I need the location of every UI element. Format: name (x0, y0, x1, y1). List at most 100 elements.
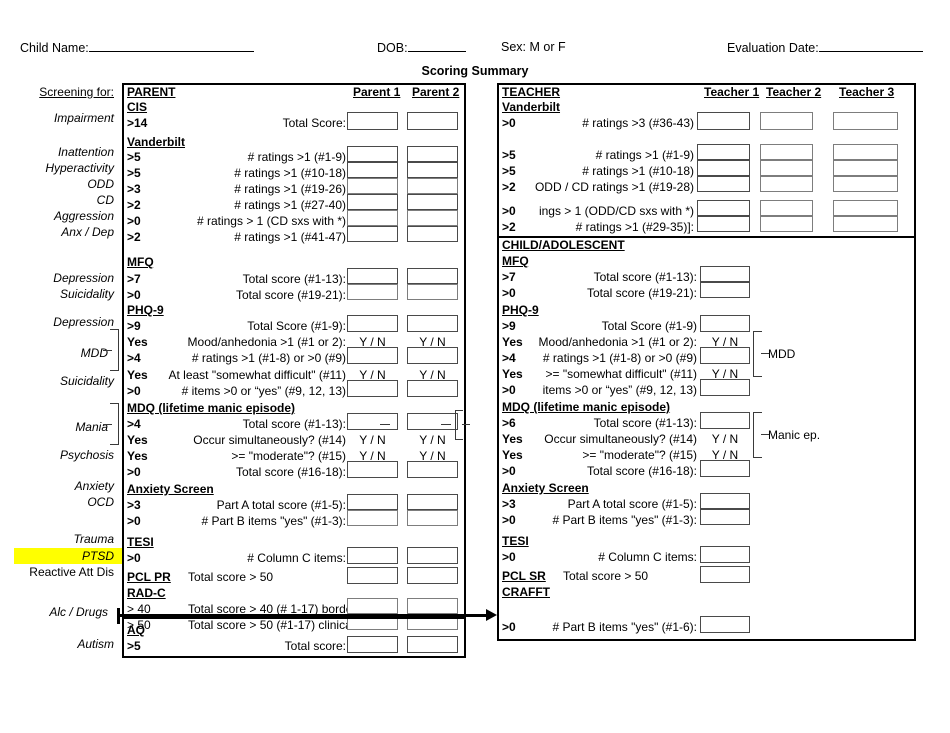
teacher1-field-3[interactable] (697, 176, 750, 192)
parent2-field-14[interactable] (407, 413, 458, 430)
parent2-field-7[interactable] (407, 268, 458, 284)
child-section-mdq: MDQ (lifetime manic episode) (502, 400, 671, 414)
teacher2-field-0[interactable] (760, 112, 813, 130)
teacher3-field-1[interactable] (833, 144, 898, 160)
child-section-anxiety: Anxiety Screen (502, 481, 589, 495)
parent1-field-7[interactable] (347, 268, 398, 284)
parent1-field-13[interactable] (347, 380, 398, 397)
parent2-field-2[interactable] (407, 162, 458, 178)
teacher1-field-5[interactable] (697, 216, 750, 232)
parent1-field-8[interactable] (347, 284, 398, 300)
parent2-field-22[interactable] (407, 598, 458, 614)
alc-drugs-arrow-head (486, 609, 497, 621)
teacher1-field-0[interactable] (697, 112, 750, 130)
teacher1-field-2[interactable] (697, 160, 750, 176)
child-desc-0: Total score (#1-13): (593, 270, 697, 284)
parent1-field-18[interactable] (347, 494, 398, 510)
teacher3-field-2[interactable] (833, 160, 898, 176)
page-title: Scoring Summary (421, 64, 529, 78)
child-section-tesi: TESI (502, 534, 529, 548)
parent1-field-9[interactable] (347, 315, 398, 332)
parent1-field-2[interactable] (347, 162, 398, 178)
teacher3-field-4[interactable] (833, 200, 898, 216)
teacher2-field-5[interactable] (760, 216, 813, 232)
parent1-field-5[interactable] (347, 210, 398, 226)
child-field-6[interactable] (700, 379, 750, 396)
parent-desc-3: # ratings >1 (#19-26) (234, 182, 346, 196)
teacher3-field-5[interactable] (833, 216, 898, 232)
parent2-field-13[interactable] (407, 380, 458, 397)
parent2-field-24[interactable] (407, 636, 458, 653)
parent2-field-20[interactable] (407, 547, 458, 564)
parent2-field-21[interactable] (407, 567, 458, 584)
child-desc-8: Occur simultaneously? (#14) (544, 432, 697, 446)
parent2-field-3[interactable] (407, 178, 458, 194)
child-field-0[interactable] (700, 266, 750, 282)
sex-label[interactable]: Sex: M or F (501, 40, 566, 54)
child-field-4[interactable] (700, 347, 750, 364)
label-depression-mfq: Depression (53, 271, 114, 285)
child-field-7[interactable] (700, 412, 750, 429)
label-psychosis: Psychosis (59, 448, 114, 462)
child-field-10[interactable] (700, 460, 750, 477)
parent2-field-9[interactable] (407, 315, 458, 332)
teacher3-field-3[interactable] (833, 176, 898, 192)
child-field-1[interactable] (700, 282, 750, 298)
parent2-field-5[interactable] (407, 210, 458, 226)
parent-desc-0: Total Score: (282, 116, 346, 130)
teacher2-field-1[interactable] (760, 144, 813, 160)
child-field-11[interactable] (700, 493, 750, 509)
child-yn-8[interactable]: Y / N (700, 432, 750, 446)
parent2-field-6[interactable] (407, 226, 458, 242)
child-field-2[interactable] (700, 315, 750, 332)
screening-for-column: Screening for: Impairment Inattention Hy… (0, 0, 122, 733)
parent1-field-24[interactable] (347, 636, 398, 653)
parent1-field-22[interactable] (347, 598, 398, 614)
parent1-field-19[interactable] (347, 510, 398, 526)
dob-input[interactable] (407, 40, 466, 52)
parent-desc-5: # ratings > 1 (CD sxs with *) (196, 214, 346, 228)
parent1-field-17[interactable] (347, 461, 398, 478)
parent2-field-17[interactable] (407, 461, 458, 478)
parent1-yn-15[interactable]: Y / N (347, 433, 398, 447)
child-field-12[interactable] (700, 509, 750, 525)
parent1-field-21[interactable] (347, 567, 398, 584)
parent1-field-4[interactable] (347, 194, 398, 210)
child-field-15[interactable] (700, 616, 750, 633)
evaluation-date-input[interactable] (818, 40, 923, 52)
parent2-field-11[interactable] (407, 347, 458, 364)
child-desc-11: Part A total score (#1-5): (567, 497, 697, 511)
label-mdd: MDD (80, 346, 108, 360)
teacher1-field-1[interactable] (697, 144, 750, 160)
teacher1-field-4[interactable] (697, 200, 750, 216)
child-crit-3: Yes (502, 335, 523, 349)
parent1-field-0[interactable] (347, 112, 398, 130)
parent1-field-11[interactable] (347, 347, 398, 364)
parent-aq-divider (124, 616, 464, 619)
parent1-field-6[interactable] (347, 226, 398, 242)
teacher1-col-header: Teacher 1 (704, 85, 760, 99)
child-crit-10: >0 (502, 464, 516, 478)
parent2-field-4[interactable] (407, 194, 458, 210)
parent2-field-1[interactable] (407, 146, 458, 162)
parent-desc-9: Total Score (#1-9): (247, 319, 346, 333)
parent2-yn-15[interactable]: Y / N (407, 433, 458, 447)
parent2-field-0[interactable] (407, 112, 458, 130)
teacher-desc-2: # ratings >1 (#10-18) (582, 164, 694, 178)
teacher2-field-4[interactable] (760, 200, 813, 216)
teacher2-field-2[interactable] (760, 160, 813, 176)
child-field-13[interactable] (700, 546, 750, 563)
child-field-14[interactable] (700, 566, 750, 583)
parent1-field-1[interactable] (347, 146, 398, 162)
teacher2-field-3[interactable] (760, 176, 813, 192)
parent1-field-20[interactable] (347, 547, 398, 564)
child-desc-9: >= "moderate"? (#15) (582, 448, 697, 462)
parent1-field-14[interactable] (347, 413, 398, 430)
parent2-field-18[interactable] (407, 494, 458, 510)
label-odd: ODD (87, 177, 114, 191)
parent2-field-19[interactable] (407, 510, 458, 526)
parent1-field-3[interactable] (347, 178, 398, 194)
parent2-field-8[interactable] (407, 284, 458, 300)
parent-crit-10: Yes (127, 335, 148, 349)
teacher3-field-0[interactable] (833, 112, 898, 130)
